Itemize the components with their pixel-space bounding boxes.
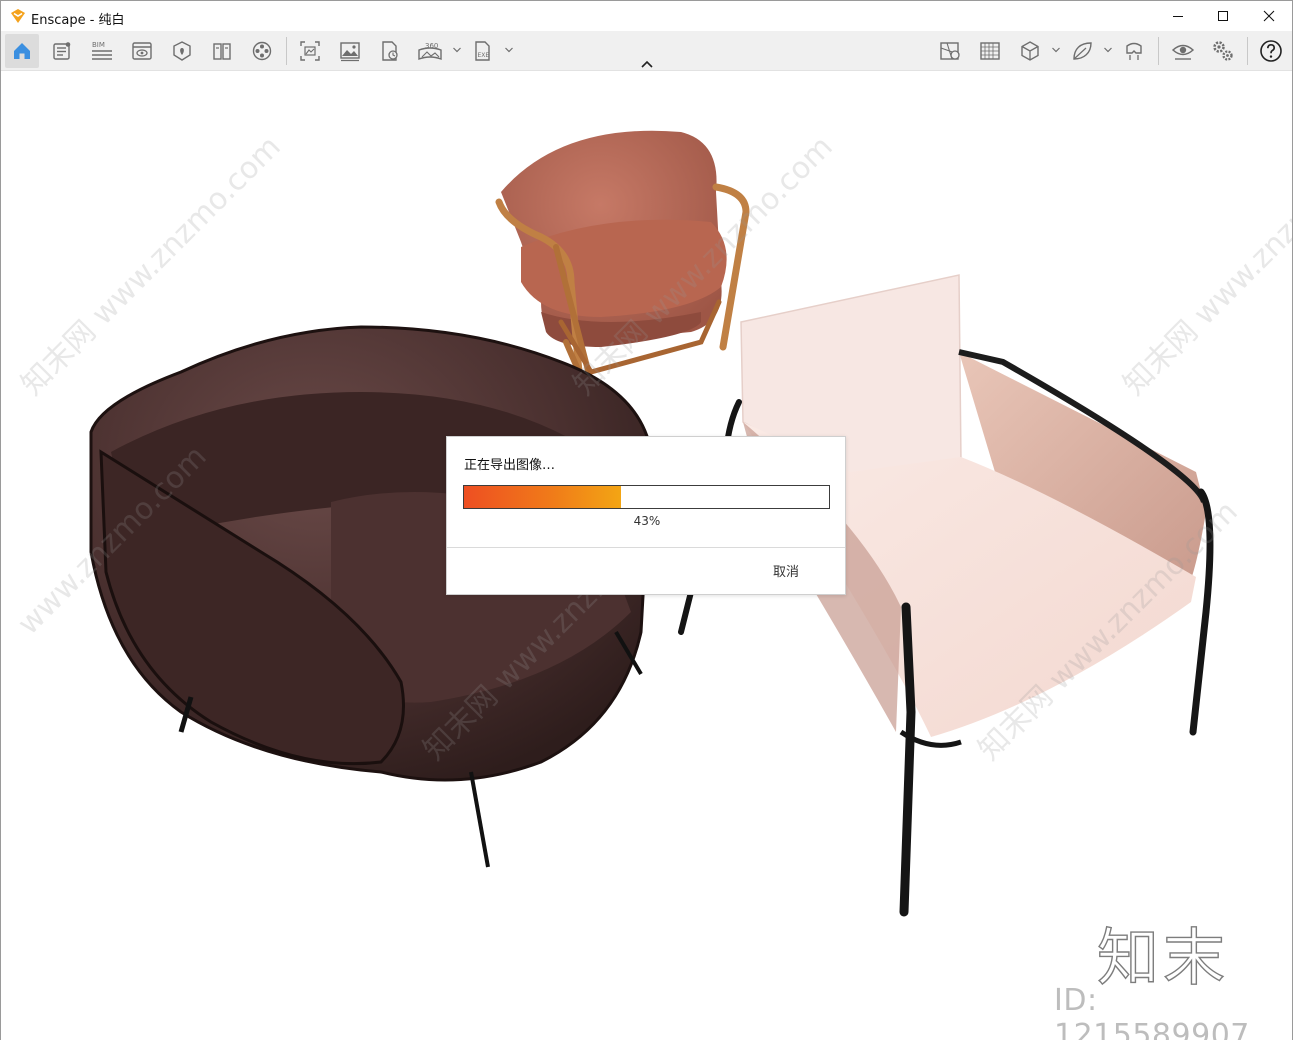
notes-button[interactable] — [45, 34, 79, 68]
close-icon — [1263, 10, 1275, 22]
chevron-down-icon[interactable] — [452, 45, 462, 55]
map-icon — [940, 42, 960, 60]
bim-icon: BIM — [92, 41, 112, 60]
image-icon — [340, 42, 360, 62]
app-window: Enscape - 纯白 BIM 360 EXE 知末网 www.znzmo.c… — [0, 0, 1293, 1040]
eye-button[interactable] — [1166, 34, 1200, 68]
export-exe-button[interactable]: EXE — [466, 34, 500, 68]
help-button[interactable] — [1254, 34, 1288, 68]
cube-button[interactable] — [1013, 34, 1047, 68]
title-bar[interactable]: Enscape - 纯白 — [1, 1, 1292, 31]
cube-icon — [1021, 41, 1039, 61]
map-button[interactable] — [933, 34, 967, 68]
bim-button[interactable]: BIM — [85, 34, 119, 68]
toolbar-separator — [1158, 37, 1159, 65]
export-exe-icon: EXE — [475, 41, 490, 61]
dialog-title: 正在导出图像… — [464, 458, 556, 473]
vr-headset-icon — [1126, 42, 1142, 60]
batch-render-icon — [382, 41, 398, 61]
chevron-down-icon[interactable] — [1051, 45, 1061, 55]
batch-render-button[interactable] — [373, 34, 407, 68]
minimize-icon — [1173, 16, 1183, 17]
minimize-button[interactable] — [1155, 1, 1201, 31]
chevron-down-icon[interactable] — [504, 45, 514, 55]
chevron-up-icon[interactable] — [639, 59, 655, 69]
maximize-icon — [1218, 11, 1228, 21]
panorama-360-button[interactable]: 360 — [413, 34, 447, 68]
screenshot-icon — [300, 41, 320, 61]
toolbar-separator — [1247, 37, 1248, 65]
notes-icon — [53, 42, 71, 60]
export-progress-bar — [463, 485, 830, 509]
site-context-icon — [173, 41, 191, 61]
view-panel-icon — [132, 42, 152, 60]
home-icon — [14, 43, 30, 59]
video-reel-button[interactable] — [245, 34, 279, 68]
help-icon — [1260, 40, 1282, 62]
video-reel-icon — [252, 41, 272, 61]
toolbar-separator — [286, 37, 287, 65]
brand-id-text: ID: 1215589907 — [1054, 983, 1250, 1040]
leaf-button[interactable] — [1065, 34, 1099, 68]
bim-icon-label: BIM — [92, 41, 105, 49]
dialog-divider — [447, 547, 845, 548]
panorama-360-icon: 360 — [418, 42, 442, 60]
export-exe-label: EXE — [478, 52, 490, 59]
maximize-button[interactable] — [1200, 1, 1246, 31]
export-progress-dialog: 正在导出图像… 43% 取消 — [446, 436, 846, 595]
image-button[interactable] — [333, 34, 367, 68]
home-button[interactable] — [5, 34, 39, 68]
chevron-down-icon[interactable] — [1103, 45, 1113, 55]
vr-headset-button[interactable] — [1117, 34, 1151, 68]
leaf-icon — [1073, 42, 1092, 60]
window-title: Enscape - 纯白 — [31, 13, 125, 28]
enscape-logo-icon — [11, 9, 25, 23]
view-panel-button[interactable] — [125, 34, 159, 68]
progress-percent-text: 43% — [633, 514, 661, 528]
site-context-button[interactable] — [165, 34, 199, 68]
settings-icon — [1213, 41, 1233, 61]
progress-fill — [464, 486, 621, 508]
cancel-button[interactable]: 取消 — [773, 561, 799, 580]
eye-icon — [1171, 44, 1195, 60]
book-icon — [213, 43, 231, 60]
close-button[interactable] — [1246, 1, 1292, 31]
screenshot-button[interactable] — [293, 34, 327, 68]
settings-button[interactable] — [1206, 34, 1240, 68]
material-grid-button[interactable] — [973, 34, 1007, 68]
book-button[interactable] — [205, 34, 239, 68]
material-grid-icon — [980, 42, 1000, 60]
